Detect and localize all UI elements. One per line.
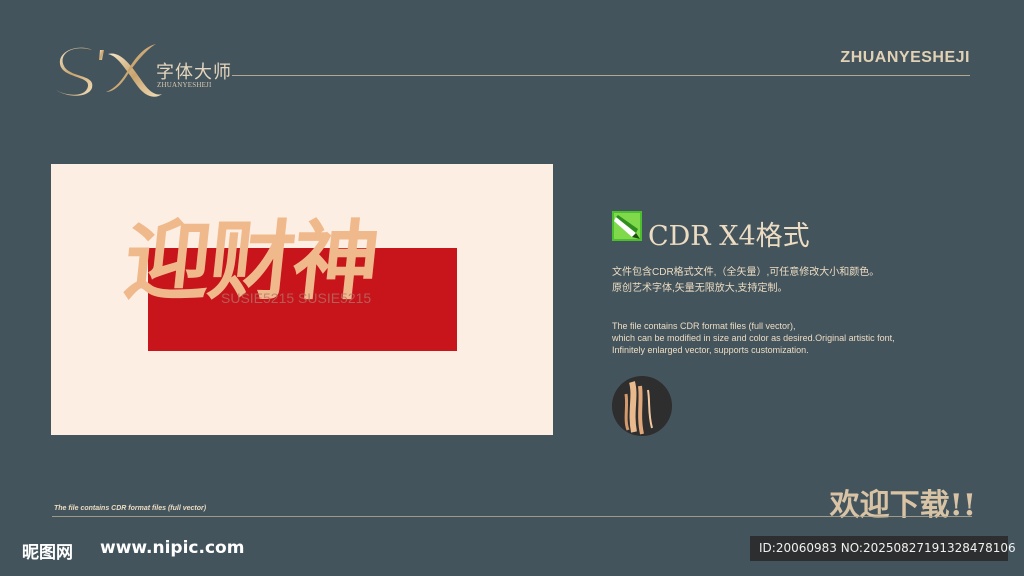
footer-note: The file contains CDR format files (full… <box>54 505 207 512</box>
sx-logo-icon <box>56 44 162 97</box>
brand-name: ZHUANYESHEJI <box>840 49 970 66</box>
site-name[interactable]: 昵图网 <box>22 538 73 563</box>
desc-en-line-1: The file contains CDR format files (full… <box>612 321 796 331</box>
desc-cn-line-2: 原创艺术字体,矢量无限放大,支持定制。 <box>612 283 788 294</box>
description-chinese: 文件包含CDR格式文件,（全矢量）,可任意修改大小和颜色。 原创艺术字体,矢量无… <box>612 265 879 297</box>
coreldraw-icon <box>612 211 642 241</box>
watermark-text: SUSIE5215 SUSIE5215 <box>221 290 372 306</box>
footer-divider <box>52 516 972 517</box>
site-url-link[interactable]: www.nipic.com <box>100 538 244 558</box>
description-english: The file contains CDR format files (full… <box>612 320 895 356</box>
logo-subtitle: ZHUANYESHEJI <box>157 81 212 89</box>
desc-cn-line-1: 文件包含CDR格式文件,（全矢量）,可任意修改大小和颜色。 <box>612 267 880 278</box>
download-cta: 欢迎下载!! <box>829 488 976 523</box>
desc-en-line-2: which can be modified in size and color … <box>612 333 895 343</box>
brush-stroke-thumbnail <box>612 376 672 436</box>
desc-en-line-3: Infinitely enlarged vector, supports cus… <box>612 345 809 355</box>
header-divider <box>232 75 970 76</box>
font-preview-panel: 迎财神 SUSIE5215 SUSIE5215 <box>51 164 553 435</box>
id-text: ID:20060983 NO:20250827191328478106 <box>759 541 1016 555</box>
format-title: CDR X4格式 <box>648 221 810 252</box>
